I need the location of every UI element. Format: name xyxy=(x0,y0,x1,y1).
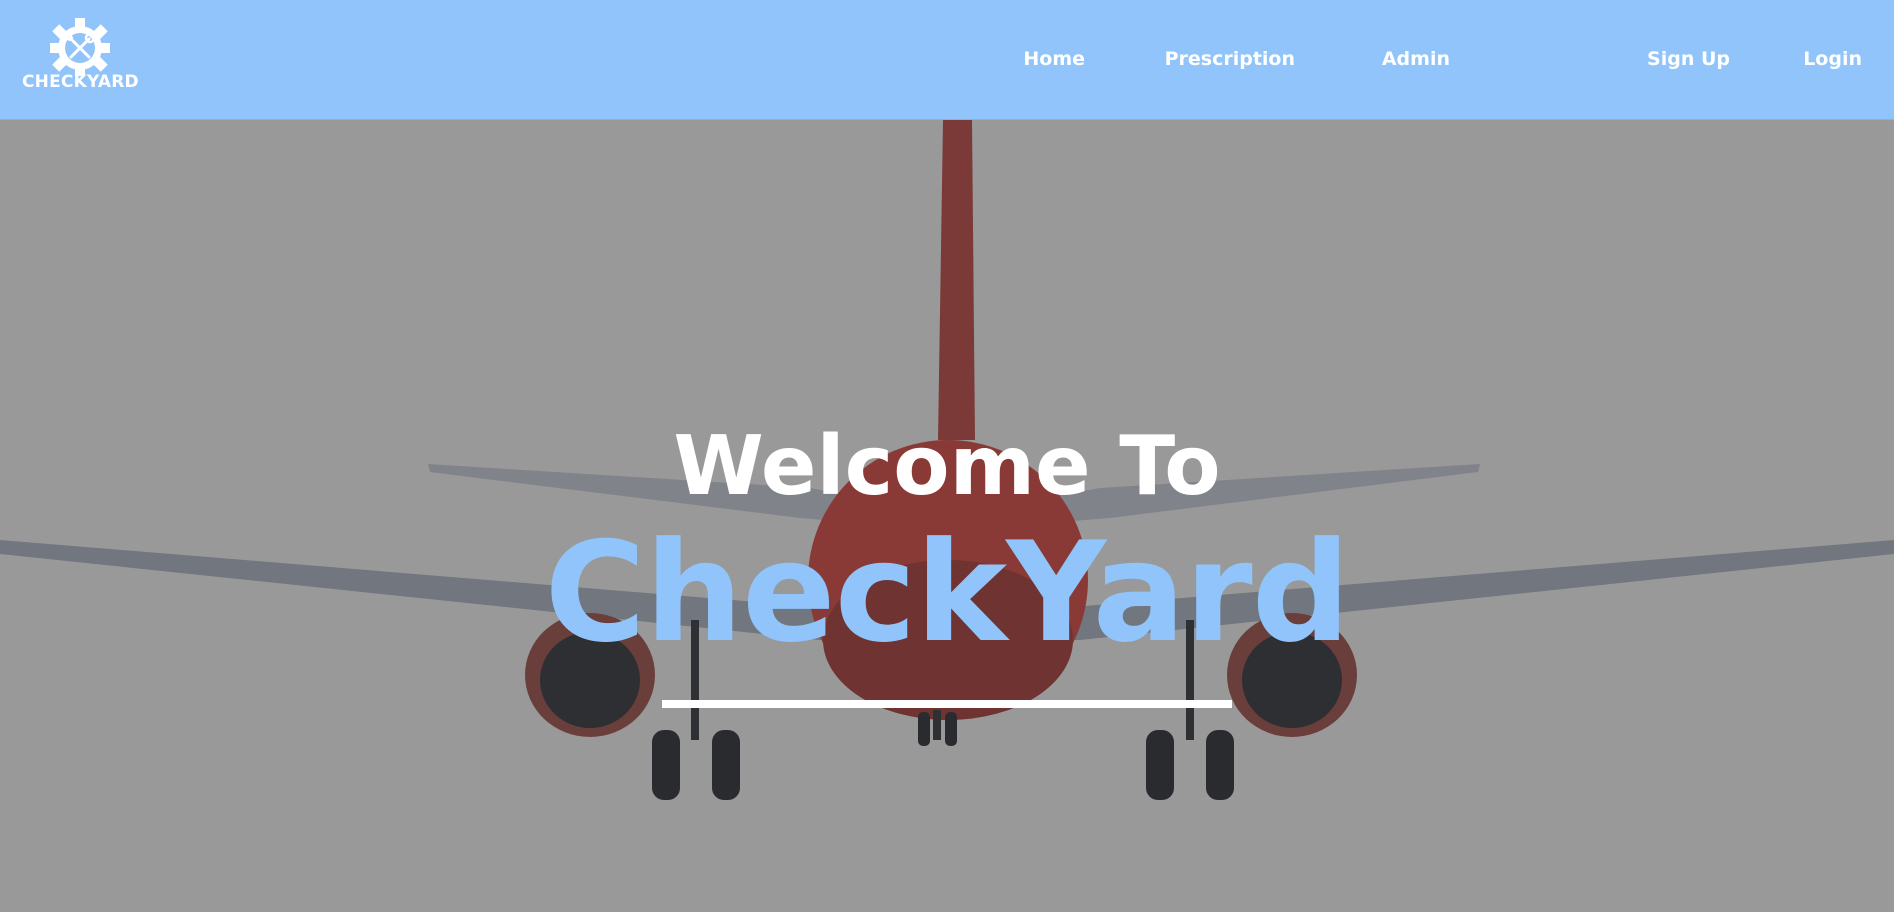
checkyard-logo[interactable]: CHECKYARD xyxy=(22,18,139,96)
welcome-heading: Welcome To xyxy=(673,419,1221,514)
nav-admin[interactable]: Admin xyxy=(1382,48,1450,70)
nav-sign-up[interactable]: Sign Up xyxy=(1647,48,1730,70)
nav-home[interactable]: Home xyxy=(1023,48,1085,70)
top-navigation-bar: CHECKYARD Home Prescription Admin Sign U… xyxy=(0,0,1894,120)
logo-text: CHECKYARD xyxy=(22,72,139,92)
nav-prescription[interactable]: Prescription xyxy=(1165,48,1295,70)
nav-login[interactable]: Login xyxy=(1803,48,1862,70)
hero-section: Welcome To CheckYard xyxy=(0,120,1894,912)
brand-heading: CheckYard xyxy=(544,512,1351,673)
gear-wrench-icon xyxy=(50,18,110,76)
heading-underline xyxy=(662,700,1232,708)
